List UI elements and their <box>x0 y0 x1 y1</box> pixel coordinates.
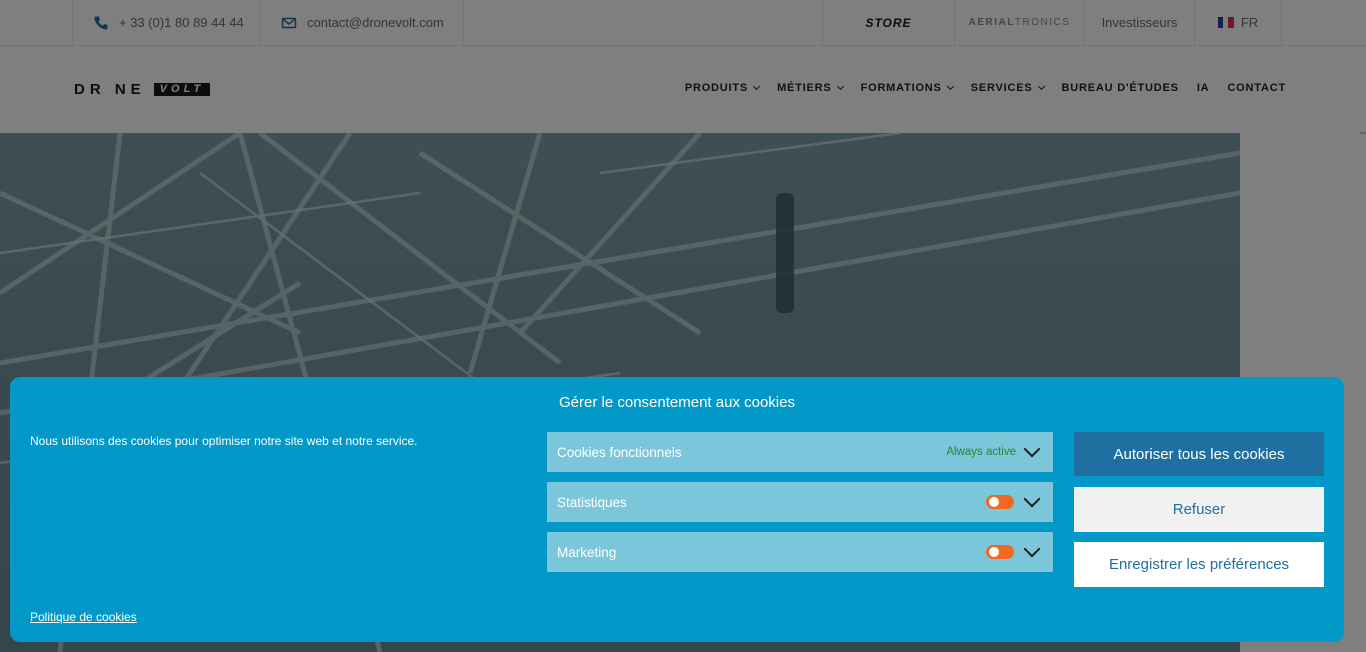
chevron-down-icon[interactable] <box>1023 540 1041 558</box>
cookie-banner-title: Gérer le consentement aux cookies <box>559 394 795 411</box>
category-label: Marketing <box>557 544 617 560</box>
statistics-toggle[interactable] <box>986 495 1014 509</box>
category-marketing[interactable]: Marketing <box>547 532 1053 572</box>
marketing-toggle[interactable] <box>986 545 1014 559</box>
deny-button[interactable]: Refuser <box>1074 487 1324 532</box>
cookie-consent-banner: Gérer le consentement aux cookies Nous u… <box>10 377 1344 642</box>
category-label: Cookies fonctionnels <box>557 444 682 460</box>
always-active-label: Always active <box>946 446 1016 458</box>
chevron-down-icon[interactable] <box>1023 440 1041 458</box>
category-statistics[interactable]: Statistiques <box>547 482 1053 522</box>
chevron-down-icon[interactable] <box>1023 490 1041 508</box>
cookie-banner-message: Nous utilisons des cookies pour optimise… <box>30 434 418 448</box>
cookie-policy-link[interactable]: Politique de cookies <box>30 610 137 624</box>
category-functional[interactable]: Cookies fonctionnels Always active <box>547 432 1053 472</box>
category-label: Statistiques <box>557 494 627 510</box>
accept-all-button[interactable]: Autoriser tous les cookies <box>1074 432 1324 476</box>
save-preferences-button[interactable]: Enregistrer les préférences <box>1074 542 1324 587</box>
